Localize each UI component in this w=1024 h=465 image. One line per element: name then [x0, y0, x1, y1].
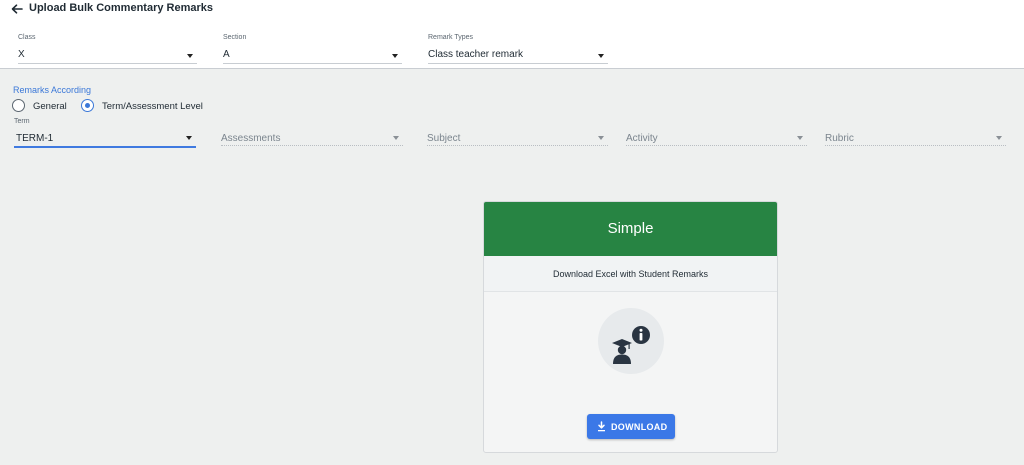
chevron-down-icon — [393, 136, 399, 140]
chevron-down-icon — [598, 136, 604, 140]
term-value: TERM-1 — [16, 133, 54, 144]
card-subtitle: Download Excel with Student Remarks — [484, 256, 777, 292]
arrow-left-icon[interactable] — [10, 2, 24, 16]
assessments-select[interactable]: Assessments — [221, 118, 403, 148]
chevron-down-icon — [996, 136, 1002, 140]
term-label: Term — [14, 118, 30, 125]
radio-term-assessment[interactable] — [81, 99, 94, 112]
chevron-down-icon — [598, 54, 604, 58]
class-value: X — [18, 49, 25, 60]
activity-select[interactable]: Activity — [626, 118, 807, 148]
download-card-simple: Simple Download Excel with Student Remar… — [483, 201, 778, 453]
download-button[interactable]: DOWNLOAD — [587, 414, 675, 439]
section-value: A — [223, 49, 230, 60]
download-icon — [598, 421, 605, 432]
rubric-select[interactable]: Rubric — [825, 118, 1006, 148]
term-select[interactable]: Term TERM-1 — [14, 118, 196, 148]
remark-types-select[interactable]: Remark Types Class teacher remark — [428, 34, 608, 64]
student-info-icon — [598, 308, 664, 374]
remark-types-value: Class teacher remark — [428, 49, 524, 60]
top-bar: Upload Bulk Commentary Remarks Class X S… — [0, 0, 1024, 69]
chevron-down-icon — [186, 136, 192, 140]
chevron-down-icon — [392, 54, 398, 58]
section-label: Section — [223, 34, 247, 41]
section-select[interactable]: Section A — [223, 34, 402, 64]
remarks-according-heading: Remarks According — [13, 85, 92, 95]
remark-types-label: Remark Types — [428, 34, 473, 41]
radio-general-label[interactable]: General — [33, 101, 67, 112]
rubric-placeholder: Rubric — [825, 133, 854, 144]
page-title: Upload Bulk Commentary Remarks — [29, 2, 213, 14]
class-select[interactable]: Class X — [18, 34, 197, 64]
assessments-placeholder: Assessments — [221, 133, 281, 144]
chevron-down-icon — [797, 136, 803, 140]
download-button-label: DOWNLOAD — [611, 422, 668, 432]
radio-general[interactable] — [12, 99, 25, 112]
activity-placeholder: Activity — [626, 133, 658, 144]
subject-select[interactable]: Subject — [427, 118, 608, 148]
radio-term-assessment-label[interactable]: Term/Assessment Level — [102, 101, 203, 112]
subject-placeholder: Subject — [427, 133, 461, 144]
chevron-down-icon — [187, 54, 193, 58]
card-title: Simple — [484, 202, 777, 256]
class-label: Class — [18, 34, 36, 41]
